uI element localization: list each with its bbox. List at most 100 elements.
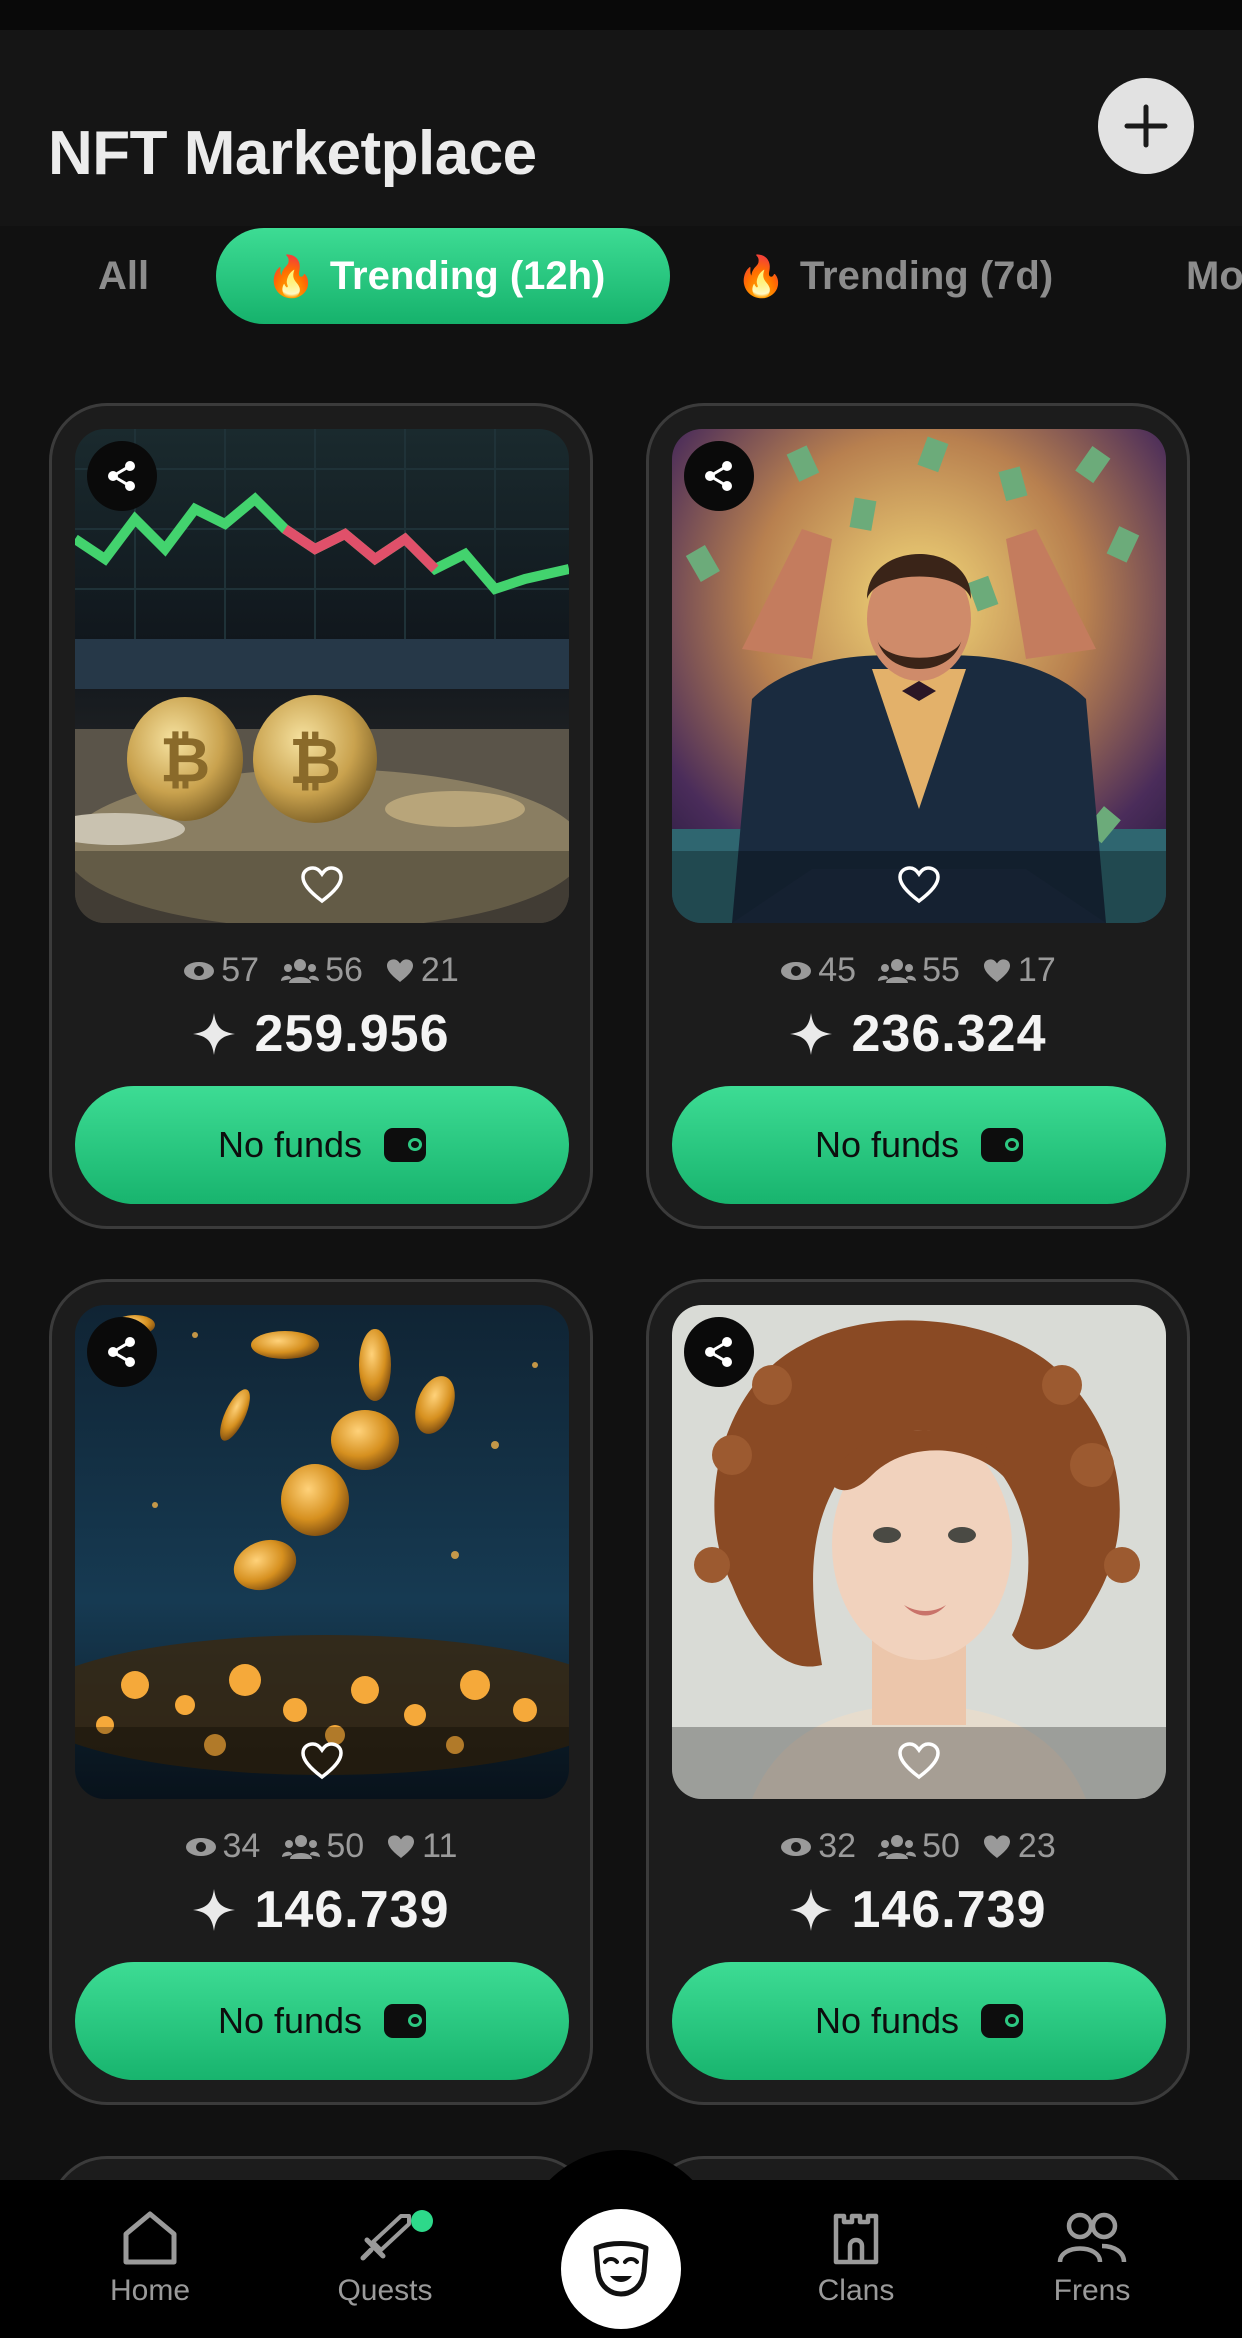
heart-icon — [386, 958, 413, 982]
share-icon — [705, 1337, 732, 1367]
friends-icon — [1057, 2212, 1127, 2263]
nft-card[interactable]: 34 50 11 146.739 No funds — [49, 1279, 593, 2105]
heart-icon — [983, 958, 1010, 982]
users-icon — [281, 958, 320, 983]
tab-all[interactable]: All — [98, 228, 149, 324]
nav-frens[interactable]: Frens — [1002, 2210, 1182, 2308]
nft-card[interactable]: ₿ ₿ 57 56 21 259.956 No funds — [49, 403, 593, 1229]
status-bar — [0, 0, 1242, 30]
like-button[interactable] — [298, 1737, 346, 1785]
mask-icon — [593, 2241, 649, 2297]
nft-stats: 34 50 11 — [52, 1827, 590, 1866]
sparkle-icon — [192, 1889, 235, 1931]
nft-card[interactable]: 45 55 17 236.324 No funds — [646, 403, 1190, 1229]
price-value: 236.324 — [851, 1005, 1047, 1063]
heart-icon — [983, 1834, 1010, 1858]
users-icon — [878, 1834, 917, 1859]
nav-label: Home — [109, 2274, 191, 2307]
price-value: 146.739 — [851, 1881, 1047, 1939]
plus-icon — [1124, 104, 1168, 148]
nft-card[interactable]: 32 50 23 146.739 No funds — [646, 1279, 1190, 2105]
nft-price: 236.324 — [649, 1004, 1187, 1064]
heart-icon — [388, 1834, 415, 1858]
buy-button-label: No funds — [814, 2000, 960, 2041]
svg-text:₿: ₿ — [160, 726, 211, 795]
price-value: 146.739 — [254, 1881, 450, 1939]
like-button[interactable] — [895, 861, 943, 909]
like-button[interactable] — [298, 861, 346, 909]
nft-image[interactable] — [672, 429, 1166, 923]
nft-artwork — [672, 1305, 1166, 1799]
tab-label: Trending (7d) — [799, 253, 1054, 298]
likes-count: 21 — [420, 951, 459, 989]
home-icon — [123, 2211, 177, 2265]
share-icon — [108, 1337, 135, 1367]
holders-count: 56 — [325, 951, 363, 989]
heart-icon — [301, 866, 343, 904]
nft-artwork — [672, 429, 1166, 923]
nft-price: 146.739 — [649, 1880, 1187, 1940]
buy-button-label: No funds — [217, 2000, 363, 2041]
nft-artwork: ₿ ₿ — [75, 429, 569, 923]
buy-button-label: No funds — [814, 1124, 960, 1165]
add-button[interactable] — [1098, 78, 1194, 174]
buy-button[interactable]: No funds — [75, 1086, 569, 1204]
tab-trending-12h[interactable]: 🔥 Trending (12h) — [216, 228, 670, 324]
share-icon — [108, 461, 135, 491]
notification-dot — [411, 2210, 433, 2232]
buy-button[interactable]: No funds — [672, 1086, 1166, 1204]
wallet-icon — [384, 2004, 427, 2038]
holders-count: 50 — [326, 1827, 365, 1865]
nft-image[interactable]: ₿ ₿ — [75, 429, 569, 923]
heart-icon — [898, 866, 940, 904]
heart-icon — [301, 1742, 343, 1780]
svg-text:₿: ₿ — [289, 725, 341, 797]
share-icon — [705, 461, 732, 491]
tab-label: All — [98, 253, 150, 298]
eye-icon — [781, 961, 812, 980]
nft-price: 259.956 — [52, 1004, 590, 1064]
eye-icon — [185, 1837, 216, 1856]
share-button[interactable] — [684, 441, 754, 511]
nav-label: Quests — [337, 2274, 433, 2307]
like-button[interactable] — [895, 1737, 943, 1785]
buy-button[interactable]: No funds — [75, 1962, 569, 2080]
wallet-icon — [384, 1128, 427, 1162]
nav-home[interactable]: Home — [60, 2210, 240, 2308]
nft-image[interactable] — [672, 1305, 1166, 1799]
share-button[interactable] — [684, 1317, 754, 1387]
nft-stats: 32 50 23 — [649, 1827, 1187, 1866]
tab-trending-7d[interactable]: 🔥 Trending (7d) — [736, 228, 1053, 324]
views-count: 32 — [818, 1827, 857, 1865]
nft-price: 146.739 — [52, 1880, 590, 1940]
nav-clans[interactable]: Clans — [766, 2210, 946, 2308]
nav-center-button[interactable] — [561, 2209, 681, 2329]
wallet-icon — [981, 2004, 1024, 2038]
holders-count: 50 — [922, 1827, 960, 1865]
wallet-icon — [981, 1128, 1024, 1162]
buy-button[interactable]: No funds — [672, 1962, 1166, 2080]
likes-count: 11 — [422, 1827, 458, 1865]
nav-label: Clans — [817, 2274, 895, 2307]
tab-more[interactable]: Mo — [1186, 228, 1242, 324]
sword-icon — [360, 2214, 411, 2261]
share-button[interactable] — [87, 441, 157, 511]
tab-label: Mo — [1186, 253, 1242, 298]
share-button[interactable] — [87, 1317, 157, 1387]
sparkle-icon — [789, 1013, 832, 1055]
eye-icon — [184, 961, 215, 980]
views-count: 45 — [818, 951, 857, 989]
heart-icon — [898, 1742, 940, 1780]
holders-count: 55 — [922, 951, 960, 989]
price-value: 259.956 — [254, 1005, 450, 1063]
nav-quests[interactable]: Quests — [295, 2210, 475, 2308]
users-icon — [282, 1834, 321, 1859]
castle-icon — [833, 2213, 879, 2265]
nft-artwork — [75, 1305, 569, 1799]
sparkle-icon — [789, 1889, 832, 1931]
flame-icon: 🔥 — [266, 254, 316, 299]
nft-image[interactable] — [75, 1305, 569, 1799]
tab-label: Trending (12h) — [329, 253, 606, 298]
likes-count: 17 — [1017, 951, 1056, 989]
likes-count: 23 — [1017, 1827, 1056, 1865]
